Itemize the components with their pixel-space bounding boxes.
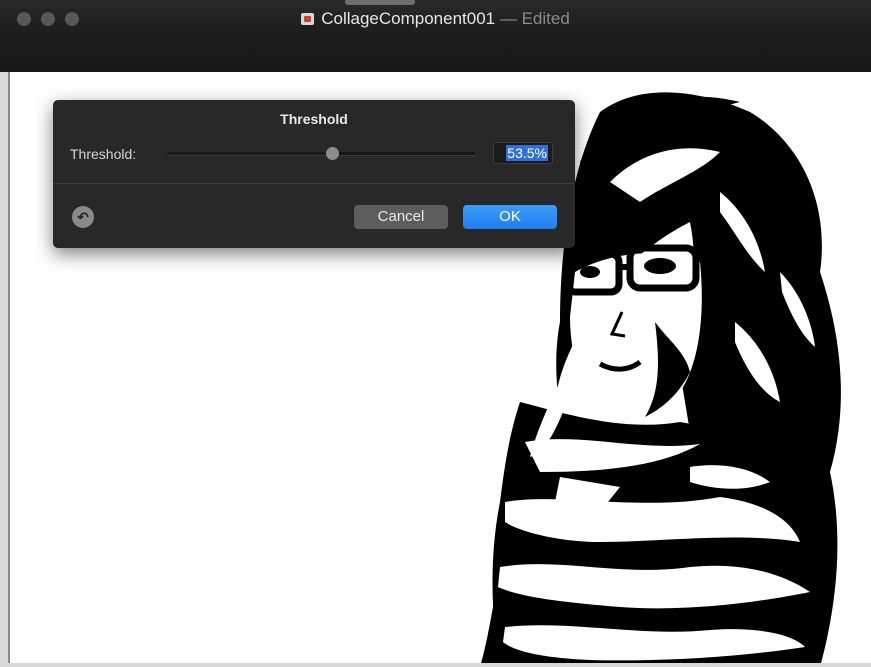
- threshold-value-text: 53.5%: [506, 145, 548, 161]
- canvas-bottom-edge: [0, 663, 871, 667]
- threshold-slider-knob[interactable]: [326, 147, 339, 160]
- glasses-bridge: [617, 264, 632, 270]
- reset-icon[interactable]: ↶: [72, 206, 94, 228]
- dialog-title: Threshold: [280, 111, 348, 127]
- threshold-dialog: Threshold Threshold: 53.5% ↶ Cancel OK: [53, 100, 575, 248]
- titlebar-notch: [345, 0, 415, 5]
- edited-status: — Edited: [495, 9, 570, 28]
- window-title: CollageComponent001 — Edited: [0, 9, 871, 29]
- face: [570, 253, 702, 420]
- cancel-button[interactable]: Cancel: [354, 205, 448, 229]
- threshold-value-field[interactable]: 53.5%: [493, 142, 553, 164]
- document-name: CollageComponent001: [321, 9, 496, 28]
- threshold-slider-fill: [167, 152, 332, 155]
- threshold-label: Threshold:: [70, 146, 137, 162]
- window-titlebar: CollageComponent001 — Edited: [0, 0, 871, 72]
- threshold-slider[interactable]: [167, 147, 475, 160]
- document-icon: [301, 13, 315, 25]
- eye-right: [644, 258, 676, 274]
- eye-left: [580, 266, 600, 278]
- dialog-separator: [53, 183, 575, 184]
- ok-button[interactable]: OK: [463, 205, 557, 229]
